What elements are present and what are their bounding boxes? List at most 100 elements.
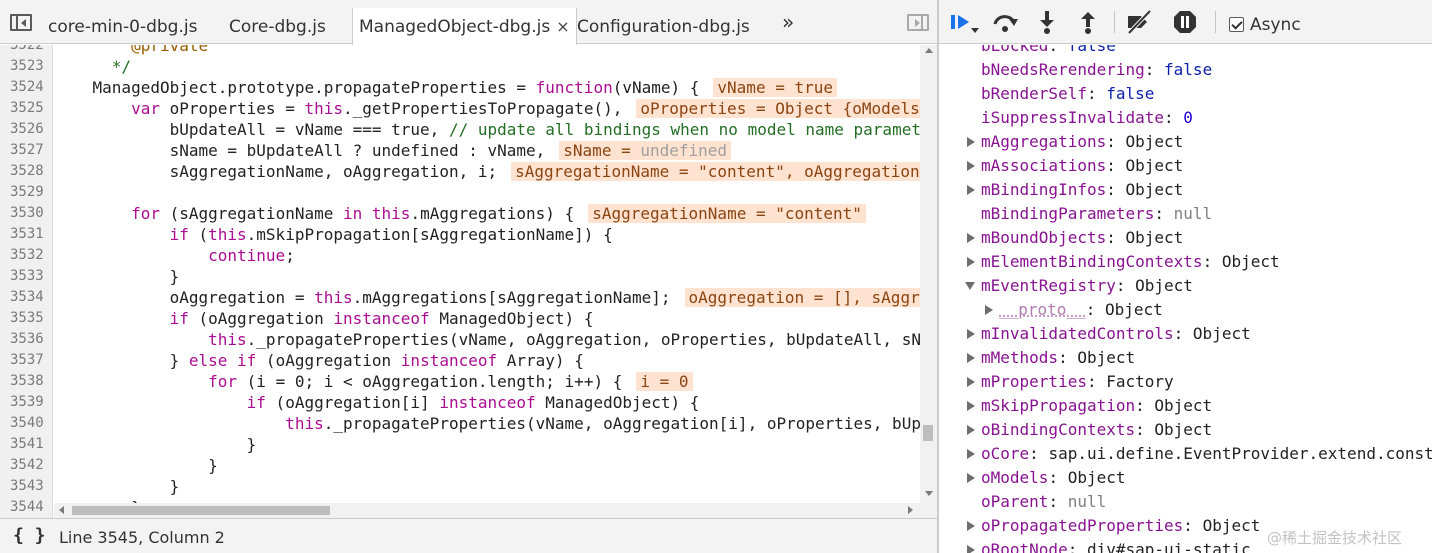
collapsed-arrow-icon[interactable]: [967, 473, 975, 483]
collapsed-arrow-icon[interactable]: [967, 377, 975, 387]
step-out-icon[interactable]: [1074, 8, 1102, 36]
property-value: div#sap-ui-static: [1086, 540, 1251, 553]
collapsed-arrow-icon[interactable]: [967, 353, 975, 363]
line-number[interactable]: 3544: [0, 497, 48, 518]
scroll-up-icon[interactable]: [925, 48, 933, 53]
collapsed-arrow-icon[interactable]: [967, 233, 975, 243]
property-value: 0: [1183, 108, 1193, 127]
collapsed-arrow-icon[interactable]: [967, 185, 975, 195]
collapsed-arrow-icon[interactable]: [967, 425, 975, 435]
resume-icon[interactable]: [948, 8, 979, 36]
line-number[interactable]: 3538: [0, 371, 48, 392]
code-line-3543: }: [54, 477, 180, 496]
collapsed-arrow-icon[interactable]: [967, 449, 975, 459]
code-line-3540: this._propagateProperties(vName, oAggreg…: [285, 414, 920, 433]
horizontal-scrollbar[interactable]: [54, 503, 920, 518]
line-number[interactable]: 3526: [0, 119, 48, 140]
deactivate-breakpoints-icon[interactable]: [1125, 8, 1153, 36]
source-status-bar: { } Line 3545, Column 2: [0, 518, 937, 553]
scroll-right-icon[interactable]: [908, 506, 913, 514]
step-into-icon[interactable]: [1033, 8, 1061, 36]
collapsed-arrow-icon[interactable]: [967, 257, 975, 267]
property-separator: :: [1048, 492, 1068, 511]
code-area[interactable]: @private */ ManagedObject.prototype.prop…: [54, 45, 920, 503]
tab-core-dbg[interactable]: Core-dbg.js: [229, 8, 326, 44]
property-value: null: [1173, 204, 1213, 223]
property-name: oBindingContexts: [981, 420, 1136, 439]
line-number[interactable]: 3543: [0, 476, 48, 497]
line-number[interactable]: 3523: [0, 56, 48, 77]
line-number[interactable]: 3535: [0, 308, 48, 329]
tab-core-min-0-dbg[interactable]: core-min-0-dbg.js: [48, 8, 197, 44]
line-number[interactable]: 3524: [0, 77, 48, 98]
line-number[interactable]: 3541: [0, 434, 48, 455]
code-line-3538: for (i = 0; i < oAggregation.length; i++…: [54, 371, 693, 392]
code-line-3537: } else if (oAggregation instanceof Array…: [54, 351, 584, 370]
collapsed-arrow-icon[interactable]: [967, 161, 975, 171]
watermark: @稀土掘金技术社区: [1267, 529, 1403, 547]
pretty-print-button[interactable]: { }: [13, 525, 46, 546]
property-value: false: [1164, 60, 1213, 79]
property-separator: :: [1173, 324, 1193, 343]
collapsed-arrow-icon[interactable]: [967, 545, 975, 553]
line-number[interactable]: 3537: [0, 350, 48, 371]
property-value: Object: [1125, 180, 1184, 199]
collapsed-arrow-icon[interactable]: [967, 521, 975, 531]
horizontal-scroll-thumb[interactable]: [72, 506, 330, 515]
vertical-scrollbar[interactable]: [920, 45, 937, 503]
property-separator: :: [1106, 228, 1126, 247]
code-line-3535: if (oAggregation instanceof ManagedObjec…: [169, 309, 594, 328]
line-number[interactable]: 3531: [0, 224, 48, 245]
property-value: Object: [1154, 396, 1213, 415]
property-value: Object: [1221, 252, 1280, 271]
pause-on-exceptions-icon[interactable]: [1171, 8, 1199, 36]
code-line-3528: sAggregationName, oAggregation, i; sAggre…: [54, 161, 920, 182]
line-number[interactable]: 3542: [0, 455, 48, 476]
line-number-gutter[interactable]: 3522 3523 3524 3525 3526 3527 3528 3529 3530 3531…: [0, 45, 53, 518]
line-number[interactable]: 3527: [0, 140, 48, 161]
property-value: false: [1067, 45, 1116, 55]
async-checkbox[interactable]: [1229, 17, 1244, 32]
property-name: mAssociations: [981, 156, 1107, 175]
line-number[interactable]: 3528: [0, 161, 48, 182]
step-over-icon[interactable]: [991, 8, 1019, 36]
code-line-3525: var oProperties = this._getPropertiesToP…: [54, 98, 920, 119]
toggle-debugger-icon[interactable]: [907, 14, 929, 31]
property-name: mEventRegistry: [981, 276, 1116, 295]
line-number[interactable]: 3539: [0, 392, 48, 413]
expanded-arrow-icon[interactable]: [965, 282, 975, 290]
collapsed-arrow-icon[interactable]: [967, 401, 975, 411]
line-number[interactable]: 3525: [0, 98, 48, 119]
collapsed-arrow-icon[interactable]: [967, 137, 975, 147]
property-separator: :: [1202, 252, 1222, 271]
vertical-scroll-thumb[interactable]: [923, 425, 933, 441]
line-number[interactable]: 3536: [0, 329, 48, 350]
property-separator: :: [1135, 396, 1155, 415]
property-separator: :: [1086, 84, 1107, 103]
property-name: oParent: [981, 492, 1049, 511]
line-number[interactable]: 3529: [0, 182, 48, 203]
inline-value: vName = true: [713, 78, 837, 97]
property-separator: :: [1164, 108, 1184, 127]
line-number[interactable]: 3540: [0, 413, 48, 434]
line-number[interactable]: 3522: [0, 45, 48, 56]
tab-label: core-min-0-dbg.js: [48, 17, 198, 37]
tab-label: Configuration-dbg.js: [577, 17, 750, 37]
code-editor[interactable]: 3522 3523 3524 3525 3526 3527 3528 3529 3530 3531…: [0, 45, 937, 518]
line-number[interactable]: 3533: [0, 266, 48, 287]
scroll-down-icon[interactable]: [925, 491, 933, 496]
property-name: mBindingInfos: [981, 180, 1107, 199]
property-separator: :: [1048, 45, 1068, 55]
line-number[interactable]: 3534: [0, 287, 48, 308]
more-tabs-button[interactable]: »: [782, 10, 794, 34]
property-name: mProperties: [981, 372, 1087, 391]
toggle-navigator-icon[interactable]: [10, 14, 32, 31]
line-number[interactable]: 3530: [0, 203, 48, 224]
collapsed-arrow-icon[interactable]: [985, 305, 993, 315]
line-number[interactable]: 3532: [0, 245, 48, 266]
scroll-left-icon[interactable]: [59, 506, 64, 514]
collapsed-arrow-icon[interactable]: [967, 329, 975, 339]
tab-configuration-dbg[interactable]: Configuration-dbg.js: [577, 8, 750, 44]
tab-managedobject-dbg[interactable]: ManagedObject-dbg.js ×: [352, 8, 577, 45]
close-tab-icon[interactable]: ×: [556, 17, 569, 36]
